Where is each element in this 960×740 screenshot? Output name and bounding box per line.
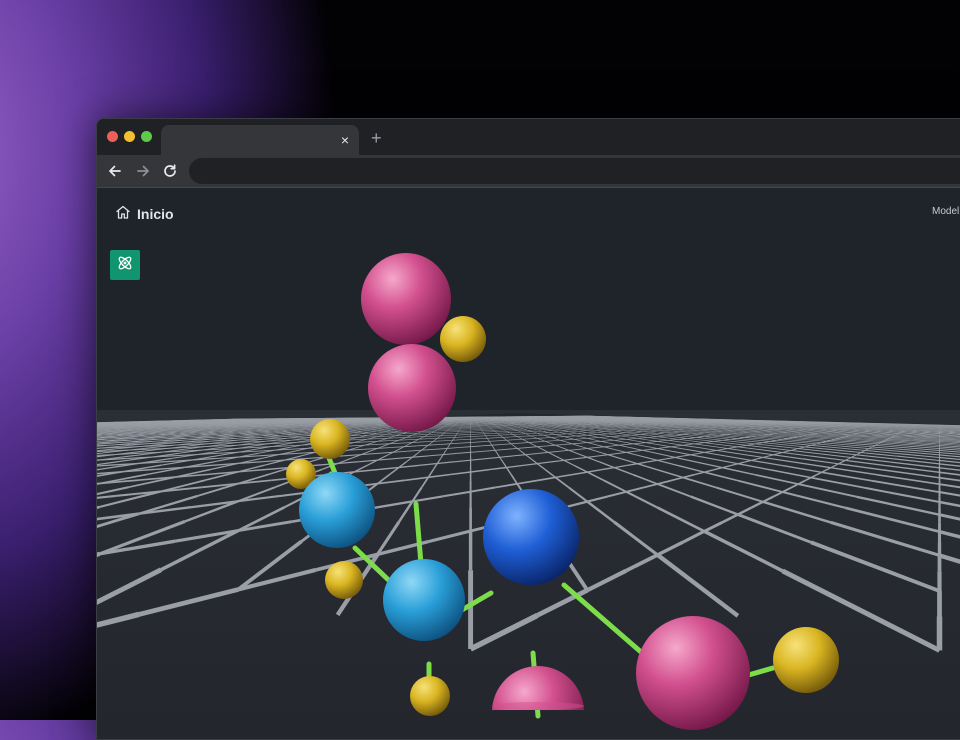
browser-window: × + xyxy=(96,118,960,740)
arrow-left-icon[interactable] xyxy=(105,161,125,181)
close-icon[interactable]: × xyxy=(337,130,353,150)
window-maximize-button[interactable] xyxy=(141,131,152,142)
window-minimize-button[interactable] xyxy=(124,131,135,142)
window-close-button[interactable] xyxy=(107,131,118,142)
address-bar[interactable] xyxy=(189,158,960,184)
tab-bar: × + xyxy=(97,119,960,155)
new-tab-button[interactable]: + xyxy=(371,127,382,149)
reload-icon[interactable] xyxy=(160,161,180,181)
browser-tab[interactable]: × xyxy=(161,125,359,155)
arrow-right-icon[interactable] xyxy=(133,161,153,181)
page-viewport: Inicio Model xyxy=(97,188,960,739)
browser-toolbar xyxy=(97,155,960,187)
